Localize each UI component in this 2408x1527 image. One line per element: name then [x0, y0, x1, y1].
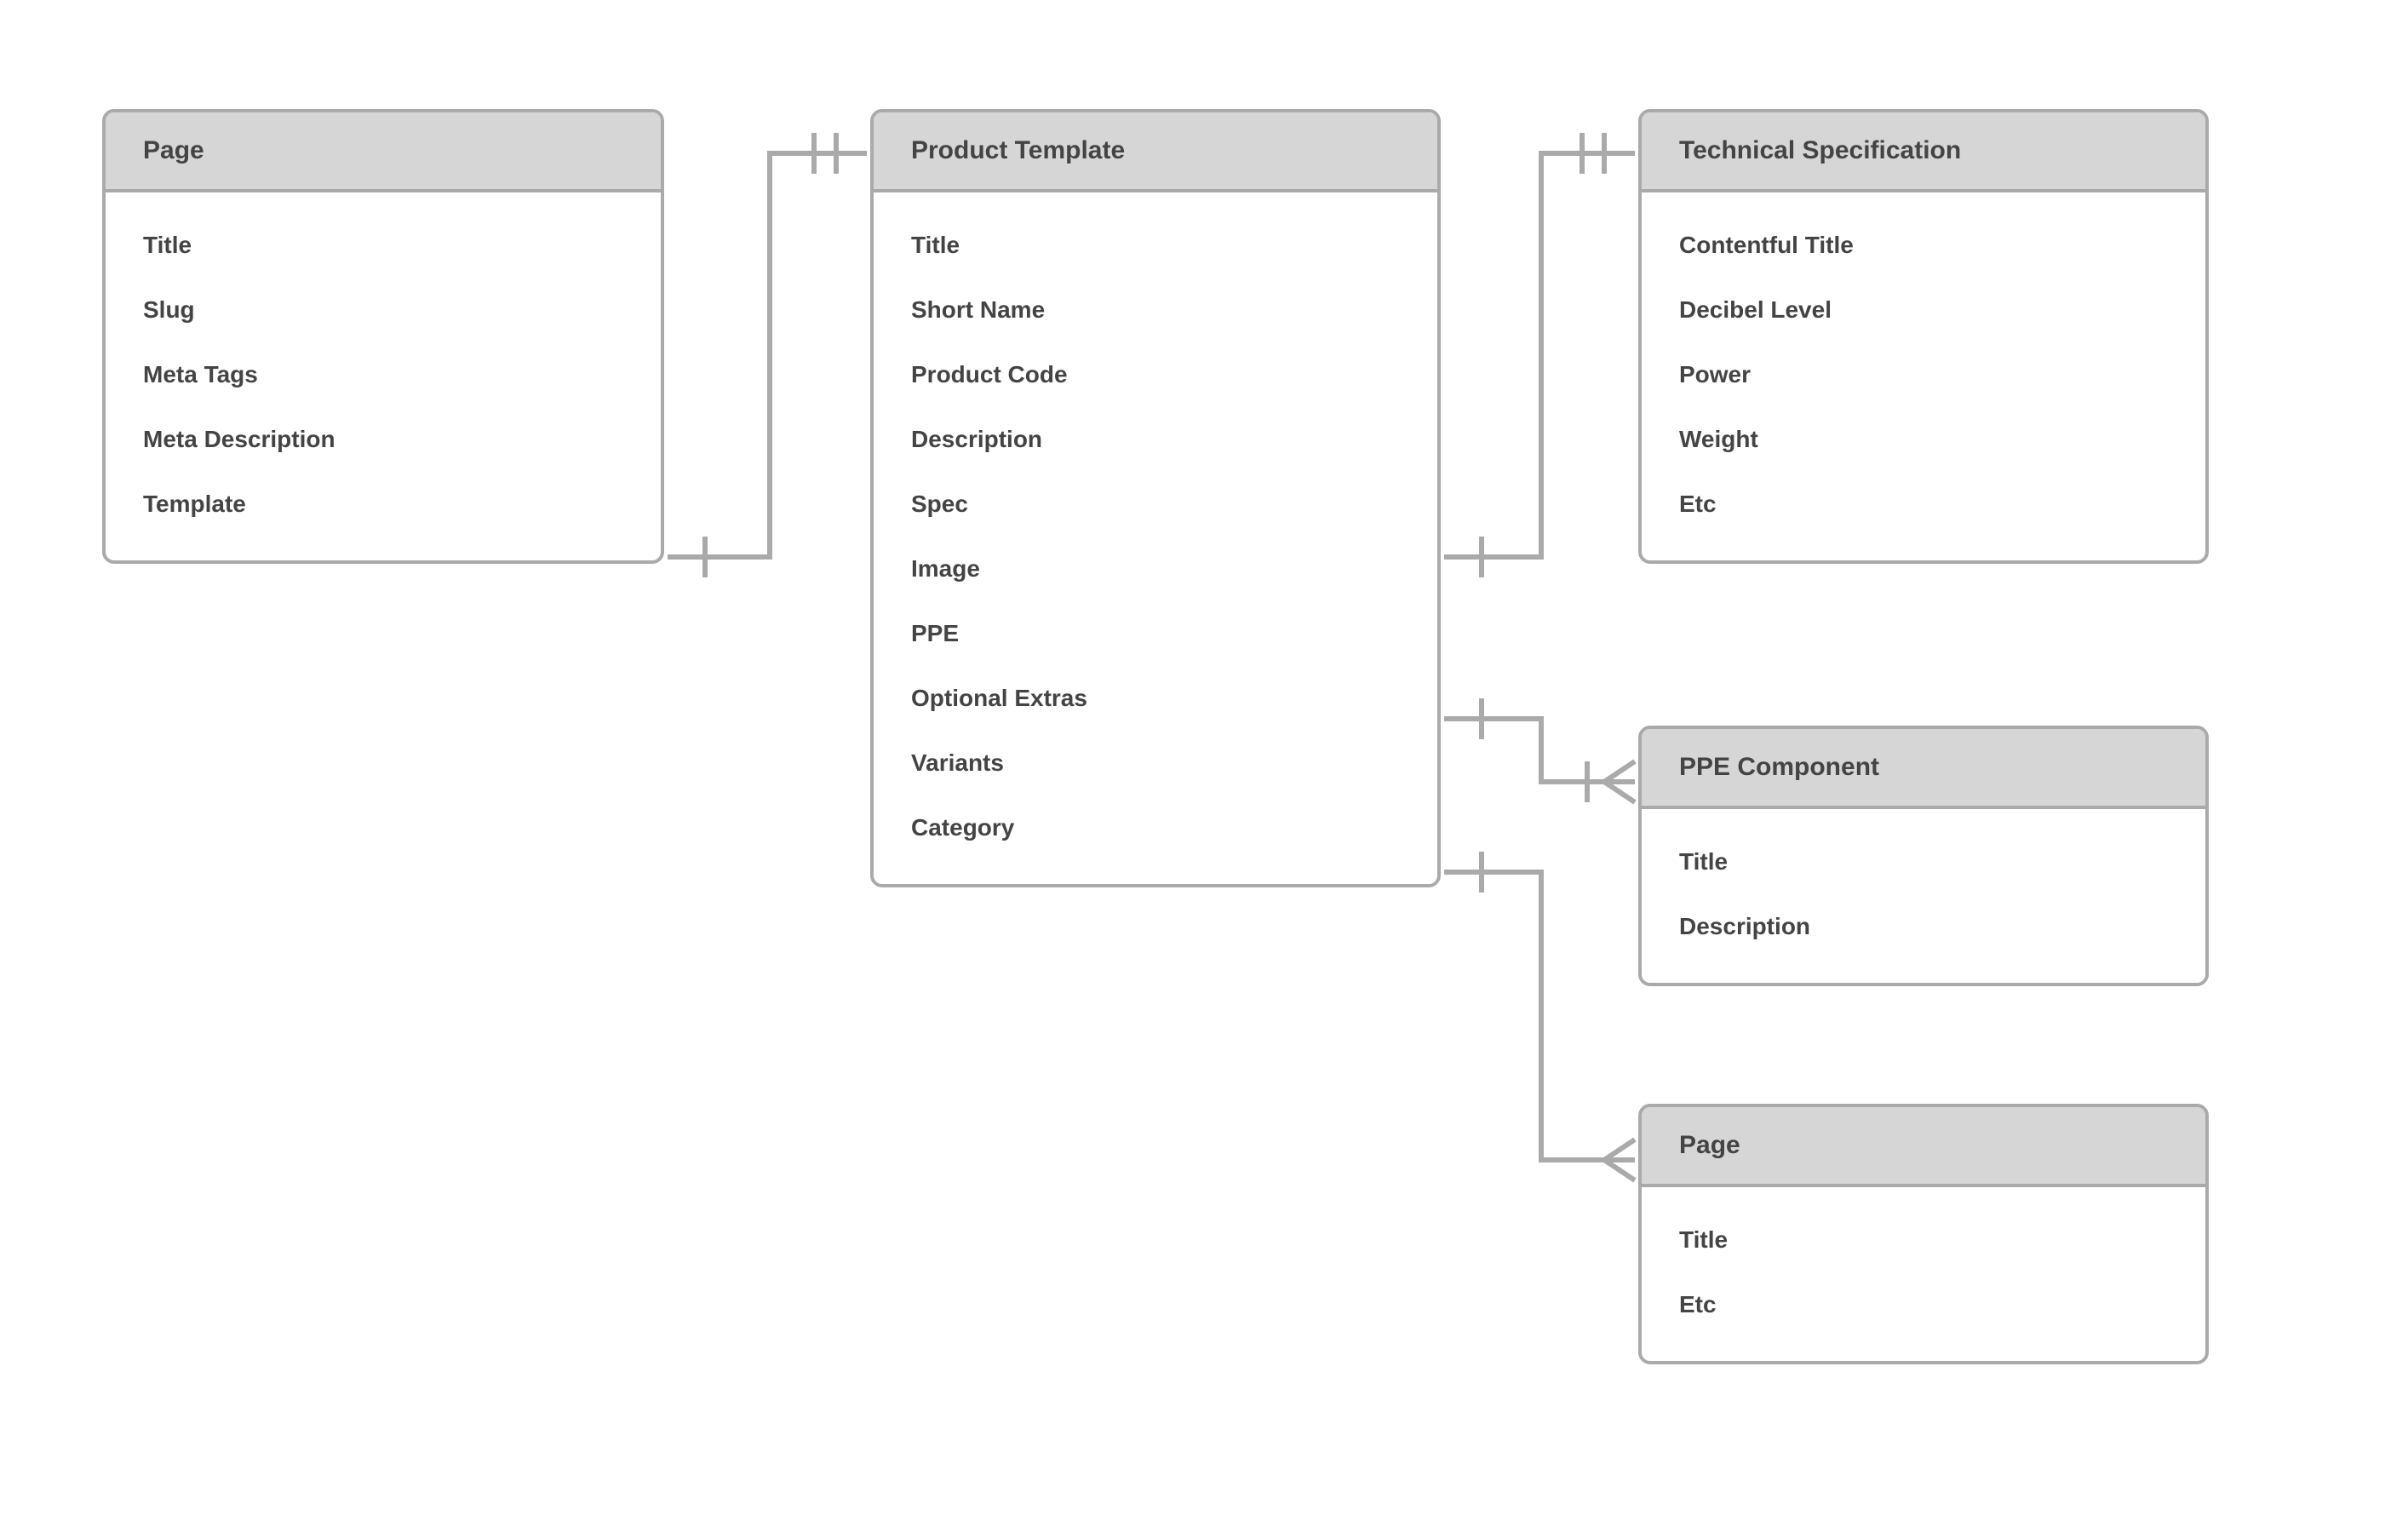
entity-body: Title Slug Meta Tags Meta Description Te…: [106, 192, 661, 560]
entity-product-template: Product Template Title Short Name Produc…: [870, 109, 1441, 887]
attr: Weight: [1679, 407, 2168, 472]
attr: Title: [1679, 830, 2168, 894]
attr: Decibel Level: [1679, 278, 2168, 342]
attr: Category: [911, 795, 1400, 860]
entity-body: Title Description: [1642, 809, 2205, 983]
rel-product-page2: [1444, 852, 1635, 1180]
attr: Etc: [1679, 1272, 2168, 1337]
attr: Variants: [911, 731, 1400, 795]
rel-product-ppe: [1444, 698, 1635, 802]
entity-title: Page: [106, 112, 661, 192]
entity-title: Product Template: [874, 112, 1437, 192]
erd-canvas: Page Title Slug Meta Tags Meta Descripti…: [0, 0, 2408, 1527]
entity-page: Page Title Slug Meta Tags Meta Descripti…: [102, 109, 664, 564]
entity-technical-specification: Technical Specification Contentful Title…: [1638, 109, 2209, 564]
entity-page-2: Page Title Etc: [1638, 1104, 2209, 1364]
attr: Product Code: [911, 342, 1400, 407]
entity-body: Title Etc: [1642, 1187, 2205, 1361]
attr: Power: [1679, 342, 2168, 407]
attr: Title: [1679, 1208, 2168, 1272]
entity-body: Title Short Name Product Code Descriptio…: [874, 192, 1437, 884]
attr: Title: [143, 213, 623, 278]
attr: Description: [911, 407, 1400, 472]
attr: Optional Extras: [911, 666, 1400, 731]
rel-page1-product: [668, 133, 867, 577]
entity-title: Page: [1642, 1107, 2205, 1187]
entity-title: Technical Specification: [1642, 112, 2205, 192]
entity-ppe-component: PPE Component Title Description: [1638, 726, 2209, 986]
attr: Spec: [911, 472, 1400, 537]
attr: Meta Tags: [143, 342, 623, 407]
attr: PPE: [911, 601, 1400, 666]
attr: Title: [911, 213, 1400, 278]
attr: Meta Description: [143, 407, 623, 472]
rel-product-techspec: [1444, 133, 1635, 577]
attr: Short Name: [911, 278, 1400, 342]
attr: Template: [143, 472, 623, 537]
attr: Etc: [1679, 472, 2168, 537]
attr: Description: [1679, 894, 2168, 959]
attr: Image: [911, 537, 1400, 601]
attr: Slug: [143, 278, 623, 342]
attr: Contentful Title: [1679, 213, 2168, 278]
entity-body: Contentful Title Decibel Level Power Wei…: [1642, 192, 2205, 560]
entity-title: PPE Component: [1642, 729, 2205, 809]
